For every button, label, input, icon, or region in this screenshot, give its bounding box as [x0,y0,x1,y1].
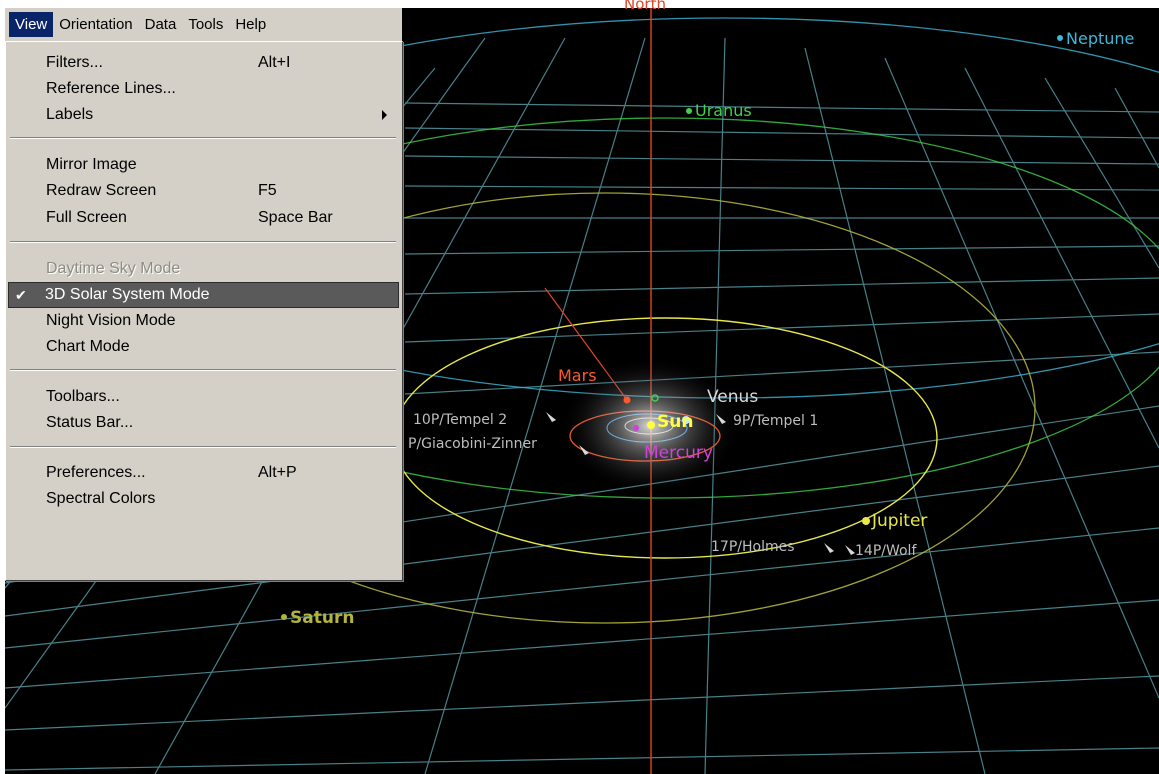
menu-view[interactable]: View [9,12,54,37]
menu-item-label: 3D Solar System Mode [45,286,210,303]
sun-marker [647,421,655,429]
menu-item-full-screen[interactable]: Full Screen Space Bar [8,205,399,231]
menu-data[interactable]: Data [139,12,183,37]
comet-label-tempel2[interactable]: 10P/Tempel 2 [413,412,507,428]
shortcut-label: F5 [258,182,277,199]
menu-item-label: Status Bar... [46,414,134,431]
menu-item-chart-mode[interactable]: Chart Mode [8,334,399,360]
menu-separator [10,369,396,371]
mercury-marker [633,425,639,431]
menu-item-label: Chart Mode [46,338,130,355]
menu-item-redraw-screen[interactable]: Redraw Screen F5 [8,178,399,204]
jupiter-label[interactable]: Jupiter [872,513,927,530]
menu-item-label: Daytime Sky Mode [46,260,181,277]
checkmark-icon: ✔ [15,287,27,303]
comet-label-holmes[interactable]: 17P/Holmes [711,539,795,555]
sun-label[interactable]: Sun [657,414,693,431]
menu-tools[interactable]: Tools [182,12,229,37]
saturn-label[interactable]: Saturn [290,610,354,627]
menu-separator [10,137,396,139]
menu-help[interactable]: Help [229,12,272,37]
menu-item-night-vision[interactable]: Night Vision Mode [8,308,399,334]
menu-bar: View Orientation Data Tools Help [5,8,402,41]
comet-label-tempel1[interactable]: 9P/Tempel 1 [733,413,818,429]
menu-item-3d-solar-system[interactable]: ✔ 3D Solar System Mode [8,282,399,308]
menu-item-toolbars[interactable]: Toolbars... [8,384,399,410]
menu-item-preferences[interactable]: Preferences... Alt+P [8,460,399,486]
uranus-label[interactable]: Uranus [695,103,752,119]
menu-item-label: Toolbars... [46,388,120,405]
comet-label-wolf[interactable]: 14P/Wolf [855,543,916,559]
menu-item-status-bar[interactable]: Status Bar... [8,410,399,436]
menu-item-label: Labels [46,106,94,123]
menu-item-label: Preferences... [46,464,146,481]
menu-item-label: Full Screen [46,209,127,226]
mercury-label[interactable]: Mercury [644,445,713,462]
jupiter-marker [862,517,870,525]
mars-label[interactable]: Mars [558,368,597,384]
menu-item-label: Spectral Colors [46,490,156,507]
submenu-arrow-icon [382,110,387,120]
neptune-marker [1057,35,1063,41]
view-menu-dropdown: Filters... Alt+I Reference Lines... Labe… [5,41,403,581]
menu-separator [10,446,396,448]
menu-item-daytime-sky: Daytime Sky Mode [8,256,399,282]
menu-item-label: Mirror Image [46,156,137,173]
menu-item-labels[interactable]: Labels [8,102,399,128]
shortcut-label: Space Bar [258,209,333,226]
venus-label[interactable]: Venus [707,389,758,406]
saturn-marker [281,614,287,620]
shortcut-label: Alt+I [258,54,291,71]
menu-item-filters[interactable]: Filters... Alt+I [8,50,399,76]
shortcut-label: Alt+P [258,464,297,481]
comet-label-giacobini[interactable]: P/Giacobini-Zinner [408,436,537,452]
mars-marker [623,396,631,404]
menu-item-label: Redraw Screen [46,182,157,199]
menu-separator [10,241,396,243]
menu-orientation[interactable]: Orientation [53,12,138,37]
menu-item-reference-lines[interactable]: Reference Lines... [8,76,399,102]
menu-item-label: Reference Lines... [46,80,176,97]
menu-item-spectral-colors[interactable]: Spectral Colors [8,486,399,512]
north-label: North [624,0,666,13]
menu-item-label: Night Vision Mode [46,312,176,329]
menu-item-mirror-image[interactable]: Mirror Image [8,152,399,178]
uranus-marker [686,108,692,114]
neptune-label[interactable]: Neptune [1066,31,1134,47]
menu-item-label: Filters... [46,54,103,71]
